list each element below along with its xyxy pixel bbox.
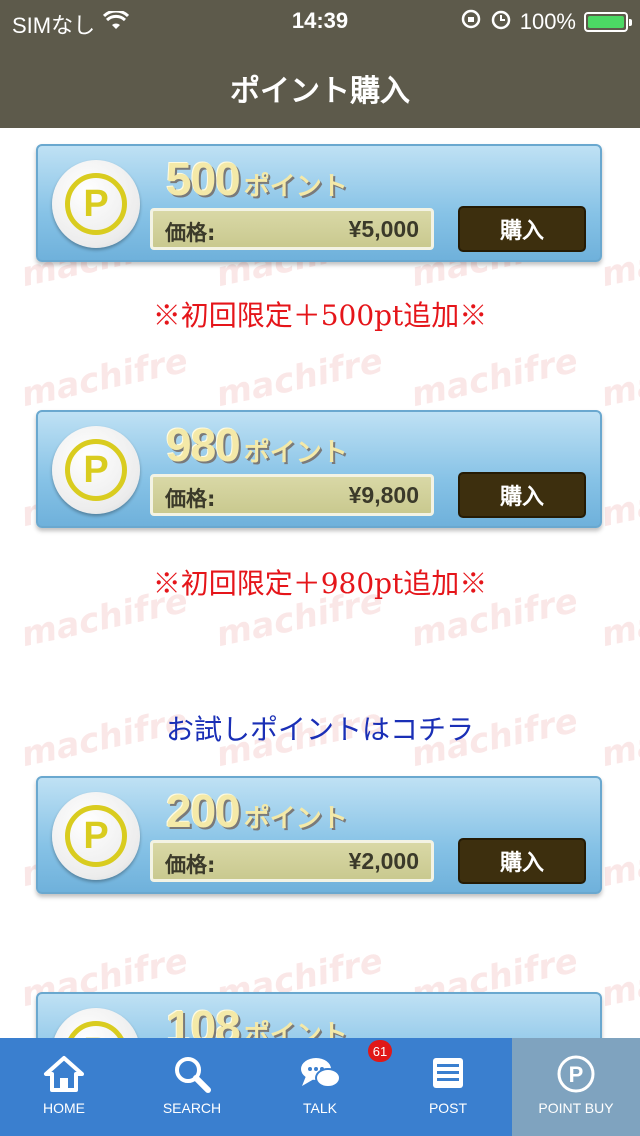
points-unit: ポイント [243, 438, 348, 468]
tab-label: POINT BUY [538, 1100, 614, 1116]
bonus-notice-500: ※初回限定＋500pt追加※ [152, 299, 488, 332]
tab-talk[interactable]: TALK [256, 1038, 384, 1136]
tab-label: SEARCH [162, 1100, 222, 1116]
search-icon [170, 1052, 214, 1096]
points-amount: 108 [166, 1001, 241, 1038]
tab-home[interactable]: HOME [0, 1038, 128, 1136]
watermark-text: machifre [597, 460, 640, 536]
trial-points-link[interactable]: お試しポイントはコチラ [0, 708, 640, 748]
point-package-980[interactable]: P 980 ポイント 価格: ¥9,800 購入 [36, 410, 602, 528]
price-label: 価格: [165, 487, 216, 511]
price-box: 価格: ¥9,800 [150, 474, 434, 516]
watermark-text: machifre [597, 220, 640, 296]
points-unit: ポイント [243, 804, 348, 834]
page-title: ポイント購入 [230, 74, 410, 109]
home-icon [42, 1052, 86, 1096]
battery-level [588, 16, 624, 28]
chat-bubbles-icon [298, 1052, 342, 1096]
buy-button-500[interactable]: 購入 [458, 206, 586, 252]
watermark-text: machifre [17, 340, 192, 416]
post-board-icon [426, 1052, 470, 1096]
watermark-text: machifre [212, 340, 387, 416]
price-value: ¥9,800 [348, 482, 419, 508]
tab-label: POST [428, 1100, 468, 1116]
alarm-icon [490, 8, 512, 36]
price-value: ¥2,000 [348, 848, 419, 874]
point-coin-icon: P [52, 426, 140, 514]
tab-label: TALK [303, 1100, 337, 1116]
nav-bar: ポイント購入 [0, 40, 640, 128]
price-label: 価格: [165, 221, 216, 245]
points-unit: ポイント [243, 172, 348, 202]
tab-bar: HOME SEARCH TALK POST P POINT BUY [0, 1038, 640, 1136]
point-coin-icon: P [52, 792, 140, 880]
tab-search[interactable]: SEARCH [128, 1038, 256, 1136]
point-package-500[interactable]: P 500 ポイント 価格: ¥5,000 購入 [36, 144, 602, 262]
tab-post[interactable]: POST [384, 1038, 512, 1136]
rotation-lock-icon [460, 8, 482, 36]
watermark-text: machifre [407, 340, 582, 416]
bonus-notice-980: ※初回限定＋980pt追加※ [152, 567, 488, 600]
tab-point-buy[interactable]: P POINT BUY [512, 1038, 640, 1136]
tab-label: HOME [43, 1100, 85, 1116]
point-package-200[interactable]: P 200 ポイント 価格: ¥2,000 購入 [36, 776, 602, 894]
point-coin-icon: P [554, 1052, 598, 1096]
point-coin-icon: P [52, 160, 140, 248]
price-label: 価格: [165, 853, 216, 877]
points-amount: 980 [166, 419, 241, 471]
watermark-text: machifre [597, 820, 640, 896]
watermark-text: machifre [597, 940, 640, 1016]
svg-text:P: P [569, 1062, 584, 1087]
point-package-108[interactable]: P 108 ポイント [36, 992, 602, 1038]
buy-button-980[interactable]: 購入 [458, 472, 586, 518]
status-bar: SIMなし 14:39 100% [0, 0, 640, 40]
price-box: 価格: ¥2,000 [150, 840, 434, 882]
points-unit: ポイント [243, 1020, 348, 1038]
point-coin-icon: P [52, 1008, 140, 1038]
talk-unread-badge: 61 [368, 1040, 392, 1062]
buy-button-200[interactable]: 購入 [458, 838, 586, 884]
points-amount: 500 [166, 153, 241, 205]
price-box: 価格: ¥5,000 [150, 208, 434, 250]
battery-percent: 100% [519, 9, 576, 34]
price-value: ¥5,000 [348, 216, 419, 242]
points-amount: 200 [166, 785, 241, 837]
point-purchase-list[interactable]: machifre machifre machifre machifre machifre… [0, 128, 640, 1038]
battery-icon [584, 12, 632, 32]
watermark-text: machifre [597, 340, 640, 416]
